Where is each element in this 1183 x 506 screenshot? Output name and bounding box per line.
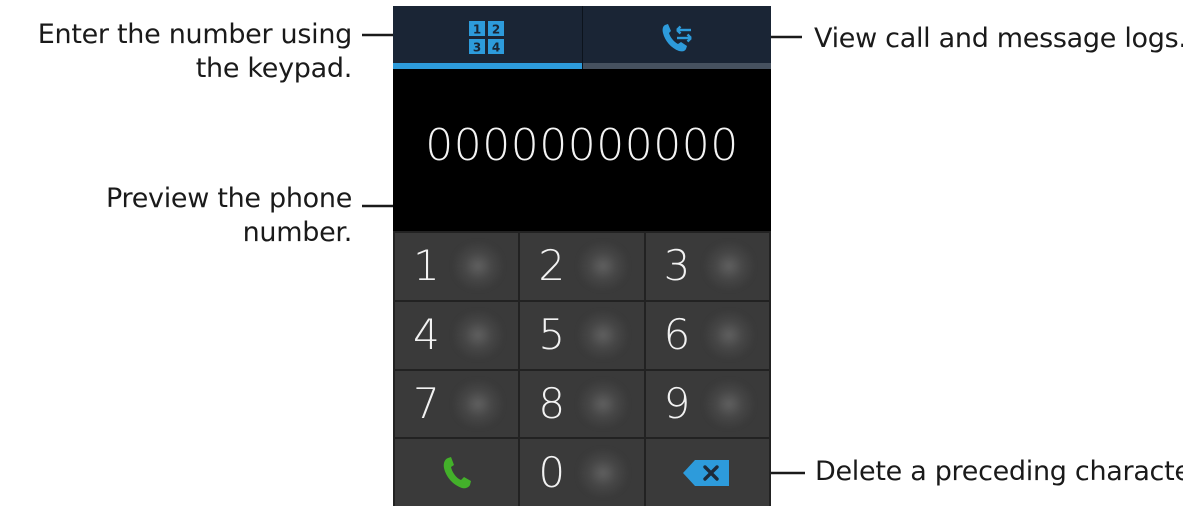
key-digit: 8 [538, 378, 566, 428]
key-5[interactable]: 5 [520, 301, 644, 369]
key-6[interactable]: 6 [645, 301, 769, 369]
backspace-icon [683, 459, 730, 486]
tab-bar: 1 2 3 4 [393, 6, 771, 69]
key-letters-blurred [453, 379, 503, 428]
number-preview: 00000000000 [393, 69, 771, 231]
phone-number-display: 00000000000 [425, 119, 739, 171]
key-digit: 1 [413, 241, 440, 291]
keypad-icon-glyph: 4 [492, 40, 500, 54]
key-digit: 4 [413, 310, 440, 360]
keypad-grid-icon: 1 2 3 4 [469, 20, 505, 54]
dialer-screen: 1 2 3 4 00000000000 1 2 3 4 5 6 7 8 9 0 [393, 6, 771, 506]
callout-preview: Preview the phone number. [106, 183, 352, 248]
key-digit: 3 [663, 241, 691, 291]
key-3[interactable]: 3 [645, 233, 769, 300]
tab-keypad[interactable]: 1 2 3 4 [393, 6, 583, 69]
delete-button[interactable] [645, 439, 769, 506]
callout-delete: Delete a preceding character. [815, 456, 1183, 487]
key-digit: 6 [663, 310, 691, 360]
key-1[interactable]: 1 [395, 233, 519, 300]
call-button[interactable] [395, 439, 519, 506]
key-letters-blurred [578, 311, 629, 360]
key-letters-blurred [703, 311, 754, 360]
key-letters-blurred [578, 242, 629, 291]
callout-keypad: Enter the number using the keypad. [37, 19, 353, 84]
keypad-icon-glyph: 2 [492, 22, 500, 36]
callout-logs: View call and message logs. [814, 23, 1183, 54]
key-letters-blurred [453, 242, 503, 291]
key-letters-blurred [703, 242, 754, 291]
key-digit: 5 [538, 310, 566, 360]
call-log-icon [662, 23, 692, 51]
tab-logs[interactable] [582, 6, 771, 69]
key-7[interactable]: 7 [395, 370, 519, 438]
key-letters-blurred [578, 448, 629, 497]
key-0[interactable]: 0 [520, 439, 644, 506]
key-4[interactable]: 4 [395, 301, 519, 369]
key-digit: 9 [663, 378, 691, 428]
key-8[interactable]: 8 [520, 370, 644, 438]
dial-keypad: 1 2 3 4 5 6 7 8 9 0 [393, 231, 771, 506]
key-2[interactable]: 2 [520, 233, 644, 300]
phone-call-icon [443, 456, 471, 488]
key-digit: 0 [538, 447, 566, 497]
key-letters-blurred [578, 379, 629, 428]
key-digit: 2 [538, 241, 566, 291]
key-digit: 7 [413, 378, 440, 428]
key-9[interactable]: 9 [645, 370, 769, 438]
key-letters-blurred [453, 311, 503, 360]
key-letters-blurred [703, 379, 754, 428]
keypad-icon-glyph: 1 [473, 22, 481, 36]
annotated-dialer-figure: 1 2 3 4 00000000000 1 2 3 4 5 6 7 8 9 0 … [0, 0, 1183, 506]
keypad-icon-glyph: 3 [473, 40, 481, 54]
